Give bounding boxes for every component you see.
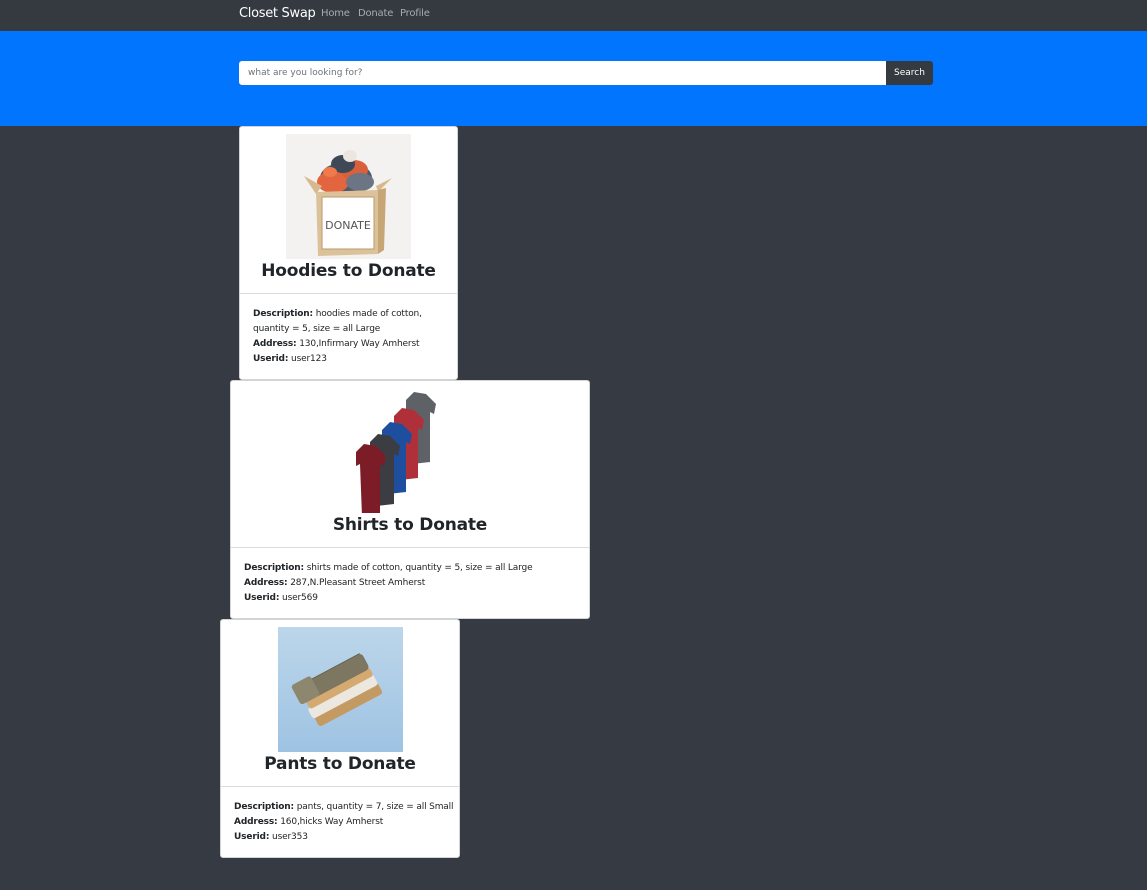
card-details: Description: shirts made of cotton, quan… (244, 561, 579, 606)
nav-link-donate[interactable]: Donate (358, 8, 393, 20)
shirts-stack-image (348, 388, 473, 513)
search-input[interactable] (239, 61, 886, 85)
description-label: Description: (253, 309, 314, 319)
card-details: Description: pants, quantity = 7, size =… (234, 800, 454, 845)
userid-text: user123 (291, 354, 327, 364)
nav-link-profile[interactable]: Profile (400, 8, 430, 20)
description-text: shirts made of cotton, quantity = 5, siz… (306, 563, 533, 573)
card-title: Pants to Donate (264, 754, 416, 774)
donation-card: DONATE Hoodies to Donate Description: ho… (239, 126, 458, 380)
card-divider (240, 293, 457, 294)
hoodies-donation-box-image: DONATE (286, 134, 411, 259)
userid-label: Userid: (234, 832, 270, 842)
card-title: Shirts to Donate (332, 515, 488, 535)
nav-link-home[interactable]: Home (321, 8, 350, 20)
description-label: Description: (234, 802, 295, 812)
userid-label: Userid: (244, 593, 280, 603)
userid-label: Userid: (253, 354, 289, 364)
description-text: hoodies made of cotton, (315, 309, 422, 319)
search-button[interactable]: Search (886, 61, 933, 85)
address-label: Address: (253, 339, 297, 349)
address-label: Address: (234, 817, 278, 827)
userid-text: user569 (282, 593, 318, 603)
description-text: pants, quantity = 7, size = all Small (296, 802, 454, 812)
address-text: 130,Infirmary Way Amherst (299, 339, 420, 349)
svg-text:DONATE: DONATE (325, 219, 371, 232)
pants-folded-image (278, 627, 403, 752)
donation-card: Shirts to Donate Description: shirts mad… (230, 380, 590, 619)
description-label: Description: (244, 563, 305, 573)
address-text: 287,N.Pleasant Street Amherst (290, 578, 426, 588)
donation-card: Pants to Donate Description: pants, quan… (220, 619, 460, 858)
description-text-continued: quantity = 5, size = all Large (253, 324, 381, 334)
address-label: Address: (244, 578, 288, 588)
address-text: 160,hicks Way Amherst (280, 817, 384, 827)
card-details: Description: hoodies made of cotton, qua… (253, 307, 448, 367)
brand-link[interactable]: Closet Swap (239, 5, 316, 22)
navbar: Closet Swap Home Donate Profile (0, 0, 1147, 31)
card-divider (221, 786, 459, 787)
card-divider (231, 547, 589, 548)
userid-text: user353 (272, 832, 308, 842)
card-title: Hoodies to Donate (261, 261, 436, 281)
